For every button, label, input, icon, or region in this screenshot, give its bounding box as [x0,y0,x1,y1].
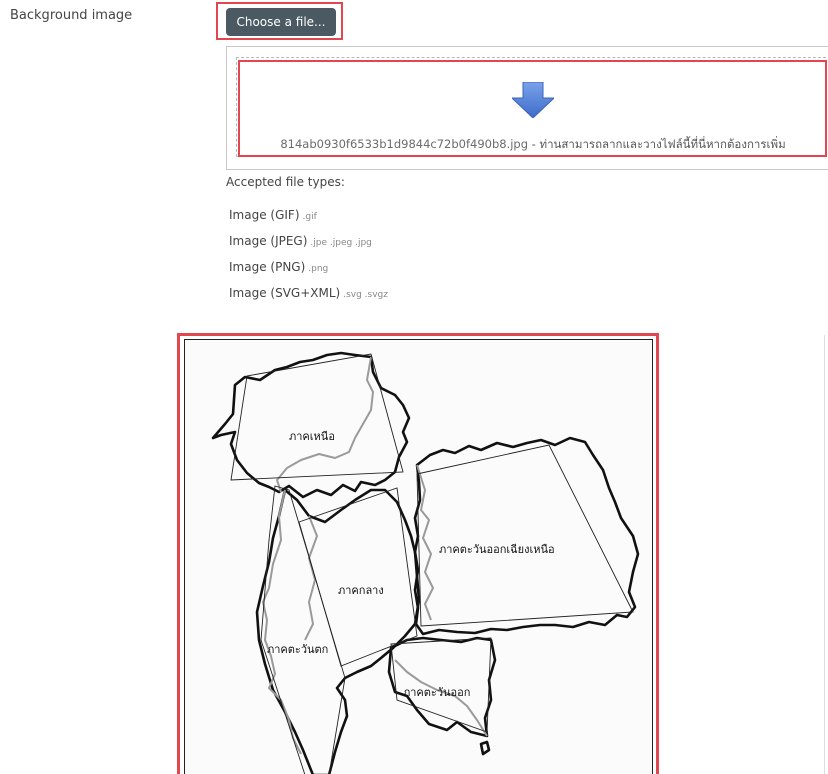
dropzone-separator: - [528,137,540,151]
dropzone-filename: 814ab0930f6533b1d9844c72b0f490b8.jpg [280,137,529,151]
thailand-map-image: ภาคเหนือ ภาคตะวันออกเฉียงเหนือ ภาคกลาง ภ… [211,351,640,774]
accepted-file-types-title: Accepted file types: [226,175,345,189]
file-type-name: Image (JPEG) [229,234,308,248]
file-type-name: Image (GIF) [229,208,300,222]
dropzone-hint: ท่านสามารถลากและวางไฟล์นี้ที่นี่หากต้องก… [539,137,786,151]
file-type-item: Image (GIF) .gif [229,208,388,234]
file-type-ext: .svg .svgz [343,290,388,300]
dropzone-text: 814ab0930f6533b1d9844c72b0f490b8.jpg - ท… [240,136,826,154]
file-type-item: Image (JPEG) .jpe .jpeg .jpg [229,234,388,260]
file-type-name: Image (PNG) [229,260,306,274]
download-arrow-icon [512,82,554,118]
file-type-list: Image (GIF) .gif Image (JPEG) .jpe .jpeg .… [229,208,388,312]
north-outline [211,351,411,499]
region-label-west: ภาคตะวันตก [267,643,328,656]
file-type-item: Image (SVG+XML) .svg .svgz [229,286,388,312]
island-outline [479,740,491,756]
file-type-ext: .gif [302,212,317,222]
region-label-central: ภาคกลาง [338,584,384,597]
file-type-ext: .png [308,264,329,274]
north-zone[interactable] [230,353,404,481]
file-type-ext: .jpe .jpeg .jpg [310,238,372,248]
region-label-east: ภาคตะวันออก [403,686,470,699]
file-type-name: Image (SVG+XML) [229,286,341,300]
map-preview[interactable]: ภาคเหนือ ภาคตะวันออกเฉียงเหนือ ภาคกลาง ภ… [184,339,653,774]
background-image-label: Background image [10,8,133,23]
right-edge-divider [824,335,825,774]
page: Background image Choose a file... 814ab0… [0,0,828,774]
northeast-zone[interactable] [416,444,634,627]
choose-file-button[interactable]: Choose a file... [226,8,336,36]
region-label-northeast: ภาคตะวันออกเฉียงเหนือ [439,543,555,556]
west-zone[interactable] [260,485,346,774]
inner-boundary [262,489,302,755]
inner-boundary [276,356,374,493]
region-label-north: ภาคเหนือ [289,430,335,443]
central-zone[interactable] [298,487,418,667]
file-type-item: Image (PNG) .png [229,260,388,286]
